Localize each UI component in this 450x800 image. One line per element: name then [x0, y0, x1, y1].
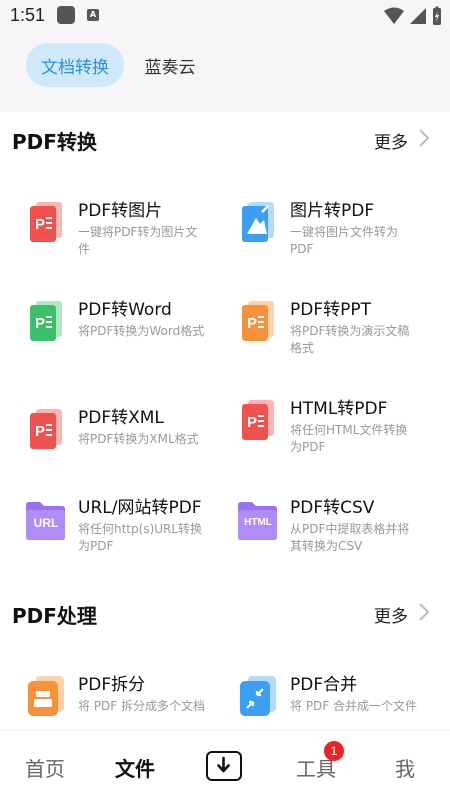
nav-download-button[interactable]	[206, 751, 242, 781]
card-desc: 从PDF中提取表格并将其转换为CSV	[290, 522, 410, 553]
card-title: 图片转PDF	[290, 201, 375, 221]
status-icons	[384, 6, 442, 26]
top-tabs: 文档转换 蓝奏云	[0, 32, 450, 112]
card-image-to-pdf[interactable]: 图片转PDF 一键将图片文件转为PDF	[238, 196, 448, 286]
card-title: PDF转CSV	[290, 498, 375, 518]
svg-text:P: P	[35, 216, 45, 233]
pdf-green-icon: P	[30, 301, 62, 341]
card-pdf-to-xml[interactable]: P PDF转XML 将PDF转换为XML格式	[26, 403, 236, 493]
signal-icon	[410, 8, 426, 24]
pdf-red-icon: P	[30, 409, 62, 449]
card-desc: 将PDF转换为XML格式	[78, 432, 199, 446]
card-url-to-pdf[interactable]: URL URL/网站转PDF 将任何http(s)URL转换为PDF	[26, 493, 236, 583]
card-title: PDF转PPT	[290, 300, 372, 320]
chevron-right-icon[interactable]	[416, 602, 432, 622]
card-title: PDF转XML	[78, 408, 164, 428]
app-a-icon: A	[87, 9, 99, 21]
card-pdf-merge[interactable]: PDF合并 将 PDF 合并成一个文件	[238, 670, 448, 730]
nav-home[interactable]: 首页	[25, 753, 65, 782]
app-notification-icon	[57, 6, 75, 24]
card-pdf-to-image[interactable]: P PDF转图片 一键将PDF转为图片文件	[26, 196, 236, 286]
card-title: URL/网站转PDF	[78, 498, 202, 518]
card-pdf-to-csv[interactable]: HTML PDF转CSV 从PDF中提取表格并将其转换为CSV	[238, 493, 448, 583]
chevron-right-icon[interactable]	[416, 128, 432, 148]
section-title: PDF转换	[12, 130, 97, 154]
card-title: HTML转PDF	[290, 399, 388, 419]
pdf-red-icon: P	[30, 202, 62, 242]
card-title: PDF转图片	[78, 201, 163, 221]
section-pdf-convert-header: PDF转换 更多	[0, 112, 450, 168]
tab-lanzou-cloud[interactable]: 蓝奏云	[128, 43, 212, 87]
pdf-red-icon: P	[242, 400, 274, 440]
bottom-nav: 首页 文件 工具 1 我	[0, 730, 450, 800]
section-pdf-process-header: PDF处理 更多	[0, 586, 450, 642]
card-desc: 一键将PDF转为图片文件	[78, 225, 198, 256]
card-pdf-split[interactable]: PDF拆分 将 PDF 拆分成多个文档	[26, 670, 236, 730]
card-title: PDF合并	[290, 675, 358, 695]
svg-text:P: P	[35, 423, 45, 440]
card-desc: 将任何HTML文件转换为PDF	[290, 423, 408, 454]
main-content[interactable]: PDF转换 更多 P PDF转图片 一键将PDF转为图片文件 图片转PDF 一键…	[0, 112, 450, 730]
tab-document-convert[interactable]: 文档转换	[26, 43, 124, 87]
merge-blue-icon	[240, 676, 276, 716]
card-desc: 将任何http(s)URL转换为PDF	[78, 522, 203, 553]
more-button[interactable]: 更多	[374, 602, 408, 627]
html-icon-label: HTML	[244, 517, 272, 528]
card-title: PDF拆分	[78, 675, 146, 695]
card-desc: 将PDF转换为Word格式	[78, 324, 205, 338]
svg-text:P: P	[35, 315, 45, 332]
card-desc: 将 PDF 合并成一个文件	[290, 699, 418, 713]
image-blue-icon	[242, 202, 274, 242]
battery-icon	[433, 6, 441, 25]
download-icon	[217, 756, 230, 773]
card-desc: 将 PDF 拆分成多个文档	[78, 699, 206, 713]
svg-text:P: P	[247, 315, 257, 332]
card-desc: 将PDF转换为演示文稿格式	[290, 324, 410, 355]
card-html-to-pdf[interactable]: P HTML转PDF 将任何HTML文件转换为PDF	[238, 394, 448, 484]
status-bar: 1:51 A	[0, 0, 450, 32]
card-pdf-to-ppt[interactable]: P PDF转PPT 将PDF转换为演示文稿格式	[238, 295, 448, 385]
section-title: PDF处理	[12, 604, 97, 628]
split-orange-icon	[28, 676, 64, 716]
status-time: 1:51	[10, 5, 46, 25]
nav-files[interactable]: 文件	[115, 753, 155, 782]
wifi-icon	[384, 7, 404, 24]
nav-me[interactable]: 我	[395, 753, 415, 782]
tools-badge: 1	[324, 741, 344, 761]
card-title: PDF转Word	[78, 300, 172, 320]
url-icon-label: URL	[33, 516, 59, 530]
more-button[interactable]: 更多	[374, 128, 408, 153]
svg-text:P: P	[247, 414, 257, 431]
pdf-orange-icon: P	[242, 301, 274, 341]
card-desc: 一键将图片文件转为PDF	[290, 225, 399, 256]
card-pdf-to-word[interactable]: P PDF转Word 将PDF转换为Word格式	[26, 295, 236, 385]
